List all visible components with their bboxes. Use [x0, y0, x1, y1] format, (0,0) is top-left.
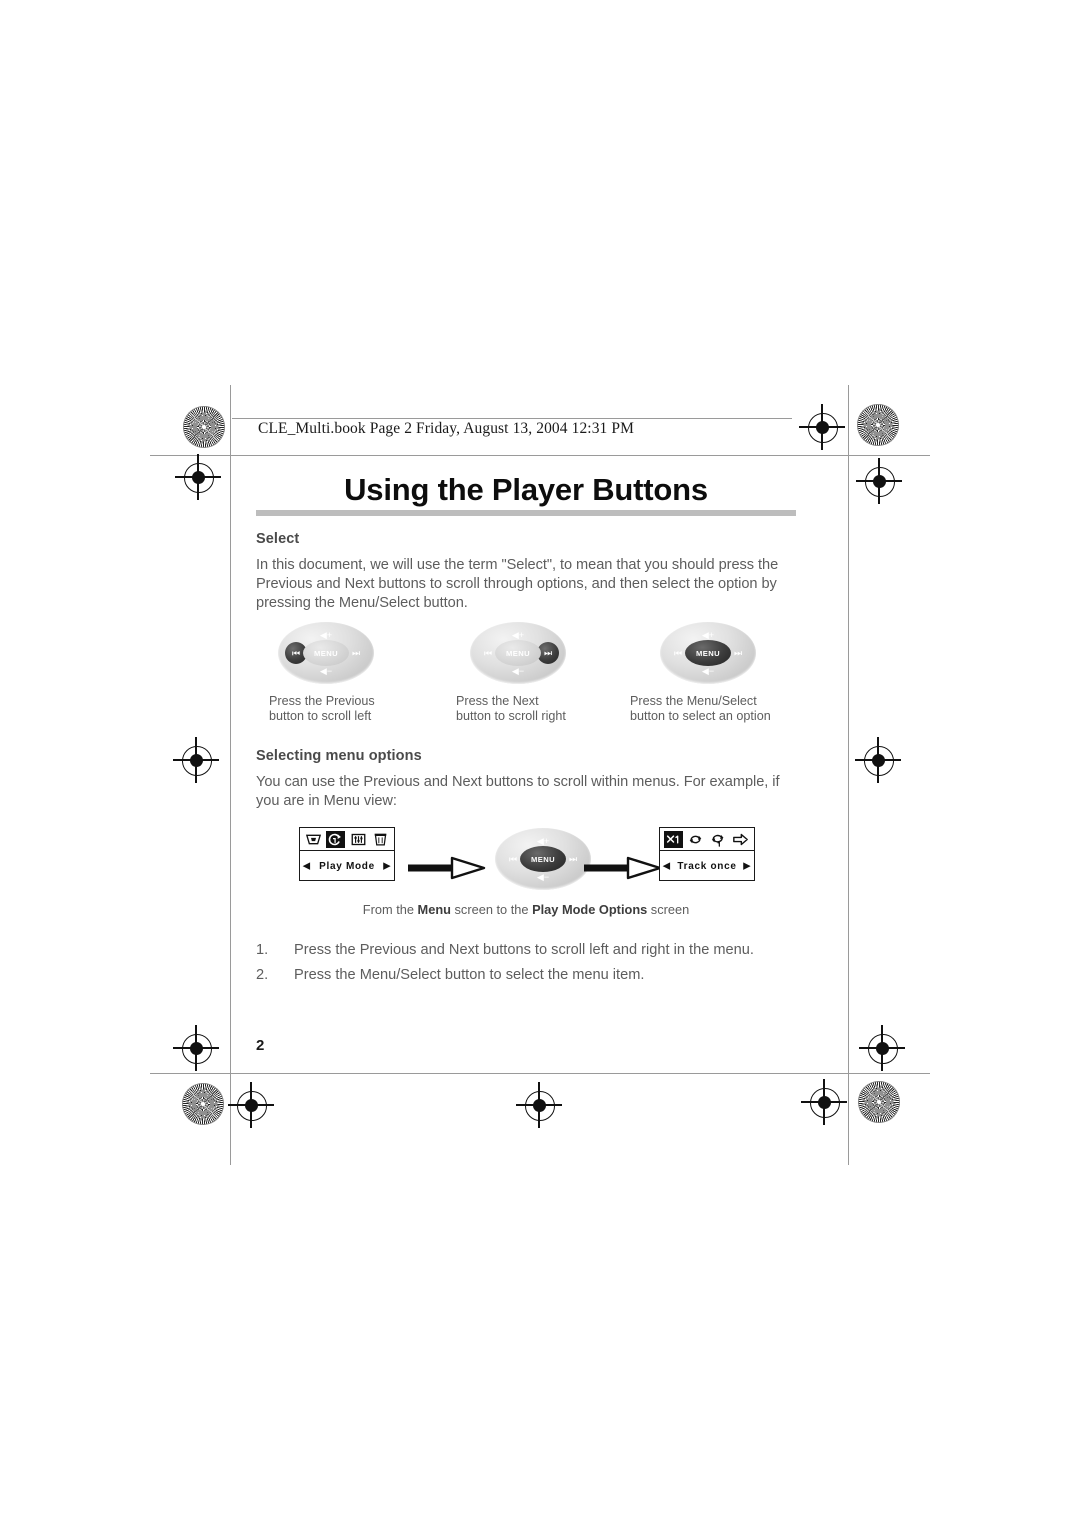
menu-select-button: MENU	[495, 640, 541, 666]
play-through-icon	[731, 831, 750, 848]
page-number: 2	[256, 1037, 265, 1054]
flow-diagram-caption: From the Menu screen to the Play Mode Op…	[256, 902, 796, 917]
step-text: Press the Menu/Select button to select t…	[294, 967, 645, 983]
caption-line-2: button to select an option	[630, 709, 771, 723]
caption-bold-play-mode-options: Play Mode Options	[532, 902, 648, 917]
volume-down-icon: ◀−	[511, 665, 525, 676]
caption-line-1: Press the Previous	[269, 694, 375, 708]
caption-line-1: Press the Menu/Select	[630, 694, 757, 708]
repeat-one-icon	[709, 831, 728, 848]
screen-left-arrow-icon: ◀	[303, 860, 311, 871]
menu-screen-label: Play Mode	[319, 860, 375, 872]
volume-down-icon: ◀−	[536, 871, 550, 882]
figure-caption-next: Press the Next button to scroll right	[456, 694, 616, 724]
section-paragraph-selecting-menu-options: You can use the Previous and Next button…	[256, 774, 780, 809]
figure-caption-previous: Press the Previous button to scroll left	[269, 694, 429, 724]
section-heading-select: Select	[256, 531, 300, 547]
section-paragraph-select: In this document, we will use the term "…	[256, 557, 779, 611]
step-text: Press the Previous and Next buttons to s…	[294, 942, 754, 958]
trash-delete-icon	[371, 831, 390, 848]
play-mode-options-icon-row	[660, 828, 754, 851]
volume-down-icon: ◀−	[701, 665, 715, 676]
caption-line-1: Press the Next	[456, 694, 539, 708]
screen-right-arrow-icon: ▶	[743, 860, 751, 871]
step-number: 1.	[256, 942, 269, 958]
section-heading-selecting-menu-options: Selecting menu options	[256, 748, 422, 764]
play-mode-options-screen: ◀ Track once ▶	[659, 827, 755, 881]
figure-caption-menu: Press the Menu/Select button to select a…	[630, 694, 810, 724]
menu-select-button: MENU	[520, 846, 566, 872]
flow-arrow-right	[584, 856, 662, 885]
caption-middle: screen to the	[450, 902, 533, 917]
menu-screen-label-row: ◀ Play Mode ▶	[300, 851, 394, 881]
numbered-step-2: 2. Press the Menu/Select button to selec…	[256, 967, 816, 983]
play-mode-options-label: Track once	[677, 860, 737, 872]
screen-right-arrow-icon: ▶	[383, 860, 391, 871]
flow-arrow-left	[408, 856, 486, 885]
screen-left-arrow-icon: ◀	[663, 860, 671, 871]
title-underline-rule	[256, 510, 796, 516]
equalizer-icon	[349, 831, 368, 848]
caption-line-2: button to scroll right	[456, 709, 566, 723]
control-pad-menu-selected: ◀+ ◀− ⏮ ⏭ MENU	[660, 622, 756, 684]
play-mode-options-label-row: ◀ Track once ▶	[660, 851, 754, 881]
step-number: 2.	[256, 967, 269, 983]
control-pad-next-selected: ◀+ ◀− ⏮ ⏭ MENU	[470, 622, 566, 684]
display-settings-icon	[304, 831, 323, 848]
page-title: Using the Player Buttons	[344, 472, 708, 507]
play-track-once-icon	[663, 830, 683, 848]
caption-line-2: button to scroll left	[269, 709, 372, 723]
play-mode-icon	[326, 830, 346, 848]
menu-select-button: MENU	[303, 640, 349, 666]
menu-screen: ◀ Play Mode ▶	[299, 827, 395, 881]
repeat-all-icon	[686, 831, 705, 848]
volume-down-icon: ◀−	[319, 665, 333, 676]
numbered-step-1: 1. Press the Previous and Next buttons t…	[256, 942, 816, 958]
caption-bold-menu: Menu	[417, 902, 451, 917]
manual-page: CLE_Multi.book Page 2 Friday, August 13,…	[0, 0, 1080, 1528]
control-pad-diagram-menu: ◀+ ◀− ⏮ ⏭ MENU	[495, 828, 591, 890]
file-header: CLE_Multi.book Page 2 Friday, August 13,…	[258, 420, 634, 437]
control-pad-previous-selected: ◀+ ◀− ⏮ ⏭ MENU	[278, 622, 374, 684]
caption-suffix: screen	[647, 902, 690, 917]
caption-prefix: From the	[362, 902, 418, 917]
menu-screen-icon-row	[300, 828, 394, 851]
menu-select-button: MENU	[685, 640, 731, 666]
